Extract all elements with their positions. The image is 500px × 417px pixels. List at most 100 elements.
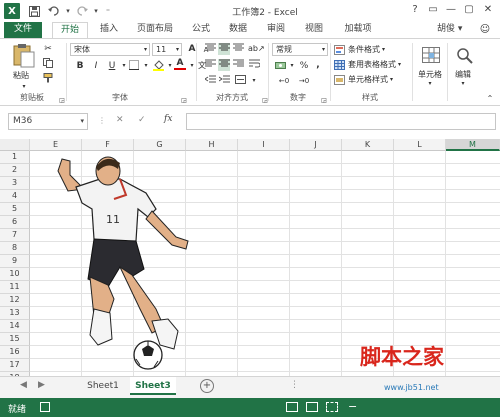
editing-button[interactable]: 编辑 ▾	[455, 69, 471, 87]
tab-formulas[interactable]: 公式	[185, 22, 217, 38]
select-all-corner[interactable]	[0, 139, 30, 151]
italic-button[interactable]: I	[90, 60, 102, 72]
worksheet-grid[interactable]: E F G H I J K L M 1 2 3 4 5 6 7 8 9 10 11 12 13 14 15 1…	[0, 139, 500, 376]
insert-function-icon[interactable]: fx	[164, 114, 172, 124]
row-header[interactable]: 1	[0, 151, 30, 164]
macro-record-icon[interactable]	[40, 402, 50, 412]
column-header[interactable]: I	[238, 139, 290, 151]
tab-data[interactable]: 数据	[222, 22, 254, 38]
row-header[interactable]: 7	[0, 229, 30, 242]
row-header[interactable]: 4	[0, 190, 30, 203]
align-middle-icon[interactable]	[218, 43, 230, 55]
maximize-button[interactable]: ▢	[460, 2, 478, 18]
tab-file[interactable]: 文件	[4, 22, 42, 38]
formula-bar-handle-icon[interactable]: ⋮	[98, 116, 106, 125]
number-launcher-icon[interactable]: ◲	[318, 95, 330, 107]
fill-color-icon[interactable]	[152, 60, 164, 72]
page-break-view-icon[interactable]	[326, 402, 338, 412]
row-header[interactable]: 6	[0, 216, 30, 229]
number-format-select[interactable]: 常规 ▾	[272, 43, 328, 56]
cut-icon[interactable]: ✂	[42, 43, 54, 55]
percent-style-button[interactable]: %	[298, 60, 310, 72]
merge-center-icon[interactable]	[234, 75, 246, 87]
font-name-select[interactable]: 宋体 ▾	[70, 43, 150, 56]
row-header[interactable]: 2	[0, 164, 30, 177]
add-sheet-button[interactable]: +	[200, 379, 214, 393]
column-header-selected[interactable]: M	[446, 139, 500, 151]
editing-icon[interactable]	[454, 45, 476, 65]
row-header[interactable]: 10	[0, 268, 30, 281]
font-launcher-icon[interactable]: ◲	[178, 95, 190, 107]
user-account[interactable]: 胡俊 ▾	[437, 22, 462, 37]
cancel-entry-icon[interactable]: ✕	[116, 115, 124, 125]
cell-styles-button[interactable]: 单元格样式 ▾	[334, 74, 393, 85]
name-box[interactable]: M36 ▾	[8, 113, 88, 130]
row-header[interactable]: 17	[0, 359, 30, 372]
row-header[interactable]: 12	[0, 294, 30, 307]
accounting-format-icon[interactable]	[274, 60, 286, 72]
alignment-launcher-icon[interactable]: ◲	[259, 95, 271, 107]
font-color-icon[interactable]: A	[174, 58, 186, 70]
orientation-icon[interactable]: ab↗	[248, 43, 265, 55]
tab-view[interactable]: 视图	[298, 22, 330, 38]
sheet-tab[interactable]: Sheet1	[80, 377, 126, 395]
cells-icon[interactable]	[420, 45, 442, 65]
row-header[interactable]: 5	[0, 203, 30, 216]
merge-dropdown-icon[interactable]: ▾	[248, 75, 260, 87]
column-header[interactable]: J	[290, 139, 342, 151]
tab-home[interactable]: 开始	[52, 22, 88, 38]
format-painter-icon[interactable]	[42, 73, 54, 85]
increase-decimal-icon[interactable]: ←0	[278, 75, 290, 87]
row-header[interactable]: 11	[0, 281, 30, 294]
ribbon-display-button[interactable]: ▭	[424, 2, 442, 18]
align-center-icon[interactable]	[218, 59, 230, 71]
cells-button[interactable]: 单元格 ▾	[418, 69, 442, 87]
enter-entry-icon[interactable]: ✓	[138, 115, 146, 125]
paste-icon[interactable]	[10, 43, 36, 69]
sheet-tab-active[interactable]: Sheet3	[130, 377, 176, 395]
normal-view-icon[interactable]	[286, 402, 298, 412]
previous-sheet-icon[interactable]: ◀	[20, 380, 27, 390]
row-header[interactable]: 15	[0, 333, 30, 346]
tab-addins[interactable]: 加载项	[338, 22, 378, 38]
underline-button[interactable]: U	[106, 60, 118, 72]
align-bottom-icon[interactable]	[232, 43, 244, 55]
soccer-player-image[interactable]: 11	[48, 149, 198, 374]
align-left-icon[interactable]	[204, 59, 216, 71]
next-sheet-icon[interactable]: ▶	[38, 380, 45, 390]
row-header[interactable]: 14	[0, 320, 30, 333]
accounting-dropdown-icon[interactable]: ▾	[286, 60, 298, 72]
row-header[interactable]: 9	[0, 255, 30, 268]
tab-page-layout[interactable]: 页面布局	[130, 22, 180, 38]
wrap-text-icon[interactable]	[248, 59, 260, 71]
row-header[interactable]: 8	[0, 242, 30, 255]
tab-insert[interactable]: 插入	[93, 22, 125, 38]
decrease-indent-icon[interactable]	[203, 75, 216, 87]
conditional-formatting-button[interactable]: 条件格式 ▾	[334, 44, 385, 55]
border-icon[interactable]	[128, 60, 140, 72]
align-right-icon[interactable]	[232, 59, 244, 71]
increase-indent-icon[interactable]	[218, 75, 230, 87]
row-header[interactable]: 13	[0, 307, 30, 320]
decrease-decimal-icon[interactable]: →0	[298, 75, 310, 87]
column-header[interactable]: K	[342, 139, 394, 151]
page-layout-view-icon[interactable]	[306, 402, 318, 412]
row-header[interactable]: 16	[0, 346, 30, 359]
zoom-out-button[interactable]: −	[348, 400, 357, 413]
row-header[interactable]: 3	[0, 177, 30, 190]
comma-style-button[interactable]: ,	[312, 59, 324, 71]
copy-icon[interactable]	[42, 58, 54, 70]
formula-input[interactable]	[186, 113, 496, 130]
font-size-select[interactable]: 11 ▾	[152, 43, 182, 56]
smiley-feedback-icon[interactable]: ☺	[478, 24, 492, 36]
column-header[interactable]: L	[394, 139, 446, 151]
sheet-bar-splitter-icon[interactable]: ⋮	[290, 380, 299, 390]
tab-review[interactable]: 审阅	[260, 22, 292, 38]
collapse-ribbon-icon[interactable]: ⌃	[484, 93, 496, 105]
save-icon[interactable]	[26, 3, 42, 19]
paste-button[interactable]: 粘贴	[13, 70, 29, 81]
bold-button[interactable]: B	[74, 60, 86, 72]
minimize-button[interactable]: —	[442, 2, 460, 18]
border-dropdown-icon[interactable]: ▾	[140, 60, 152, 72]
close-button[interactable]: ✕	[479, 2, 497, 18]
